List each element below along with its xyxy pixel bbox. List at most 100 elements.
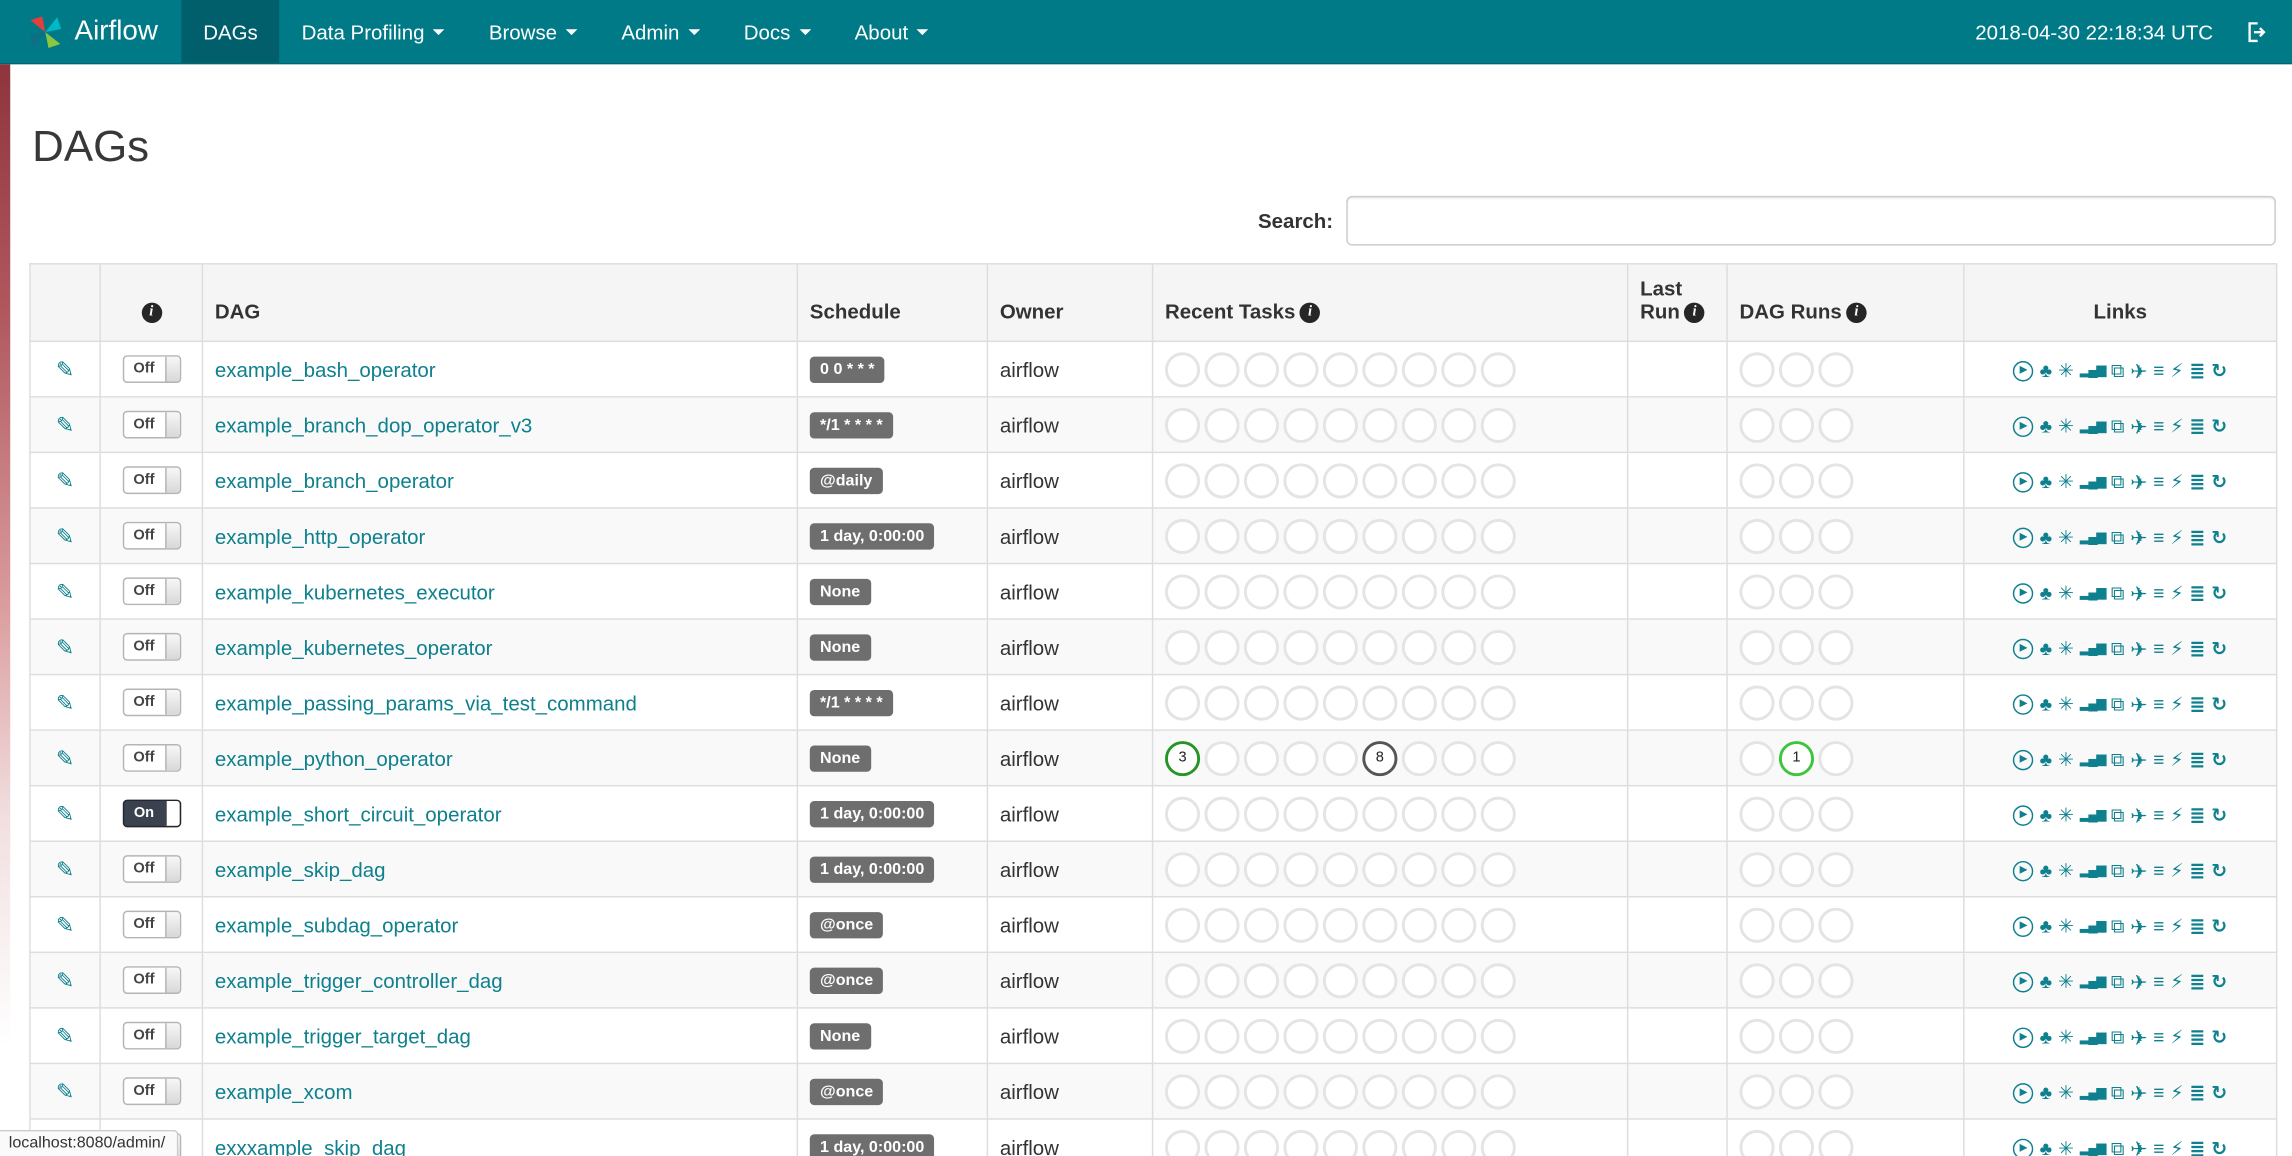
graph-icon[interactable]: ✳ <box>2058 1028 2074 1047</box>
edit-dag-icon[interactable]: ✎ <box>56 968 74 993</box>
dag-run-circle[interactable] <box>1818 518 1854 554</box>
dag-run-circle[interactable] <box>1739 962 1775 998</box>
dag-pause-toggle[interactable]: Off <box>122 466 181 495</box>
trigger-icon[interactable]: ▶ <box>2013 416 2034 437</box>
graph-icon[interactable]: ✳ <box>2058 583 2074 602</box>
code-icon[interactable]: ⚡ <box>2170 472 2183 491</box>
landing-times-icon[interactable]: ✈ <box>2130 638 2147 658</box>
dag-run-circle[interactable] <box>1739 1018 1775 1054</box>
recent-task-circle[interactable] <box>1441 462 1477 498</box>
logs-icon[interactable]: ≣ <box>2189 750 2205 769</box>
recent-task-circle[interactable] <box>1322 740 1358 776</box>
dag-run-circle[interactable] <box>1778 351 1815 387</box>
dag-run-circle[interactable] <box>1778 518 1815 554</box>
recent-task-circle[interactable] <box>1204 1018 1240 1054</box>
tries-icon[interactable]: ⧉ <box>2111 1139 2125 1156</box>
recent-task-circle[interactable] <box>1283 795 1319 831</box>
recent-task-circle[interactable] <box>1362 684 1398 720</box>
dag-run-circle[interactable] <box>1778 462 1815 498</box>
dag-run-circle[interactable] <box>1778 1018 1815 1054</box>
logs-icon[interactable]: ≣ <box>2189 806 2205 825</box>
recent-task-circle[interactable] <box>1441 1018 1477 1054</box>
recent-task-circle[interactable] <box>1204 740 1240 776</box>
code-icon[interactable]: ⚡ <box>2170 806 2183 825</box>
recent-task-circle[interactable] <box>1165 684 1201 720</box>
recent-task-circle[interactable]: 8 <box>1362 740 1398 776</box>
dag-pause-toggle[interactable]: Off <box>122 577 181 606</box>
duration-icon[interactable]: ▂▄▆ <box>2080 530 2107 544</box>
schedule-badge[interactable]: */1 * * * * <box>809 412 893 439</box>
refresh-icon[interactable]: ↻ <box>2211 1139 2227 1156</box>
recent-task-circle[interactable] <box>1441 851 1477 887</box>
tree-icon[interactable]: ♣ <box>2040 361 2052 380</box>
recent-task-circle[interactable] <box>1283 351 1319 387</box>
dag-pause-toggle[interactable]: Off <box>122 855 181 883</box>
duration-icon[interactable]: ▂▄▆ <box>2080 363 2107 377</box>
recent-task-circle[interactable] <box>1322 1073 1358 1109</box>
tree-icon[interactable]: ♣ <box>2040 528 2052 547</box>
tries-icon[interactable]: ⧉ <box>2111 528 2125 547</box>
dag-run-circle[interactable] <box>1739 351 1775 387</box>
recent-task-circle[interactable] <box>1283 629 1319 665</box>
recent-task-circle[interactable] <box>1362 629 1398 665</box>
edit-dag-icon[interactable]: ✎ <box>56 635 74 660</box>
recent-task-circle[interactable] <box>1322 907 1358 943</box>
tries-icon[interactable]: ⧉ <box>2111 917 2125 936</box>
recent-task-circle[interactable] <box>1362 518 1398 554</box>
recent-task-circle[interactable] <box>1243 407 1280 443</box>
dag-run-circle[interactable] <box>1739 851 1775 887</box>
duration-icon[interactable]: ▂▄▆ <box>2080 752 2107 766</box>
recent-task-circle[interactable] <box>1480 1018 1516 1054</box>
graph-icon[interactable]: ✳ <box>2058 361 2074 380</box>
dag-run-circle[interactable] <box>1739 740 1775 776</box>
recent-task-circle[interactable] <box>1283 740 1319 776</box>
recent-task-circle[interactable] <box>1165 573 1201 609</box>
code-icon[interactable]: ⚡ <box>2170 917 2183 936</box>
tree-icon[interactable]: ♣ <box>2040 695 2052 714</box>
refresh-icon[interactable]: ↻ <box>2211 1083 2227 1102</box>
edit-dag-icon[interactable]: ✎ <box>56 857 74 882</box>
landing-times-icon[interactable]: ✈ <box>2130 583 2147 603</box>
recent-task-circle[interactable] <box>1243 629 1280 665</box>
logs-icon[interactable]: ≣ <box>2189 1028 2205 1047</box>
recent-task-circle[interactable] <box>1243 351 1280 387</box>
recent-task-circle[interactable] <box>1401 851 1437 887</box>
recent-task-circle[interactable] <box>1165 962 1201 998</box>
tree-icon[interactable]: ♣ <box>2040 1028 2052 1047</box>
landing-times-icon[interactable]: ✈ <box>2130 916 2147 936</box>
trigger-icon[interactable]: ▶ <box>2013 1082 2034 1104</box>
recent-task-circle[interactable] <box>1165 629 1201 665</box>
gantt-icon[interactable]: ≡ <box>2153 750 2164 769</box>
dag-link[interactable]: example_trigger_target_dag <box>215 1024 471 1047</box>
landing-times-icon[interactable]: ✈ <box>2130 860 2147 880</box>
graph-icon[interactable]: ✳ <box>2058 917 2074 936</box>
recent-task-circle[interactable] <box>1204 407 1240 443</box>
recent-task-circle[interactable] <box>1322 573 1358 609</box>
schedule-badge[interactable]: @daily <box>809 467 883 495</box>
recent-task-circle[interactable] <box>1362 573 1398 609</box>
recent-task-circle[interactable] <box>1362 462 1398 498</box>
recent-task-circle[interactable] <box>1362 907 1398 943</box>
dag-link[interactable]: example_xcom <box>215 1079 353 1102</box>
duration-icon[interactable]: ▂▄▆ <box>2080 1141 2107 1155</box>
landing-times-icon[interactable]: ✈ <box>2130 749 2147 769</box>
recent-task-circle[interactable] <box>1480 518 1516 554</box>
logs-icon[interactable]: ≣ <box>2189 361 2205 380</box>
recent-task-circle[interactable] <box>1283 1018 1319 1054</box>
logs-icon[interactable]: ≣ <box>2189 528 2205 547</box>
recent-task-circle[interactable] <box>1480 629 1516 665</box>
dag-run-circle[interactable] <box>1739 795 1775 831</box>
graph-icon[interactable]: ✳ <box>2058 417 2074 436</box>
tries-icon[interactable]: ⧉ <box>2111 1083 2125 1102</box>
schedule-badge[interactable]: None <box>809 578 871 606</box>
gantt-icon[interactable]: ≡ <box>2153 417 2164 436</box>
schedule-badge[interactable]: @once <box>809 912 884 939</box>
dag-run-circle[interactable] <box>1818 740 1854 776</box>
gantt-icon[interactable]: ≡ <box>2153 361 2164 380</box>
recent-task-circle[interactable] <box>1243 1073 1280 1109</box>
recent-task-circle[interactable] <box>1322 351 1358 387</box>
code-icon[interactable]: ⚡ <box>2170 861 2183 880</box>
recent-task-circle[interactable] <box>1441 1129 1477 1156</box>
dag-run-circle[interactable] <box>1778 629 1815 665</box>
schedule-badge[interactable]: 1 day, 0:00:00 <box>809 1134 935 1156</box>
